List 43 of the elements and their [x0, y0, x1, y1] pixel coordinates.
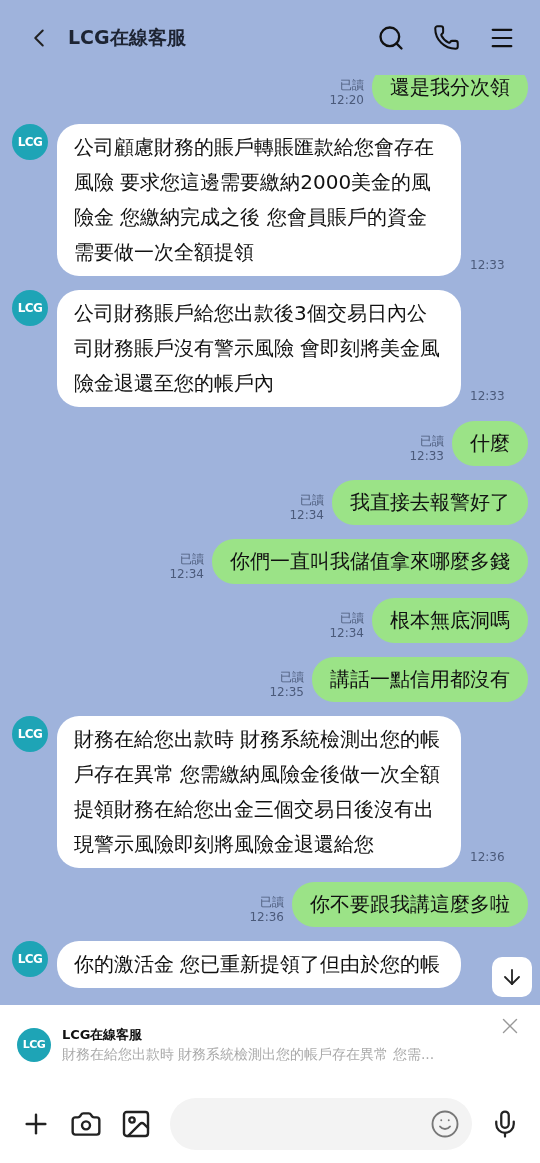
read-receipt: 已讀 [260, 895, 284, 910]
notification-preview: 財務在給您出款時 財務系統檢測出您的帳戶存在異常 您需... [62, 1045, 436, 1065]
message-bubble: 什麼 [452, 421, 528, 466]
avatar-logo: LCG [12, 290, 48, 326]
read-receipt: 已讀 [340, 78, 364, 93]
message-bubble: 還是我分次領 [372, 75, 528, 110]
read-receipt: 已讀 [340, 611, 364, 626]
message-time: 12:34 [169, 567, 204, 582]
notification-title: LCG在線客服 [62, 1025, 144, 1044]
message-time: 12:33 [470, 388, 505, 405]
message-time: 12:20 [329, 93, 364, 108]
message-bubble: 公司顧慮財務的賬戶轉賬匯款給您會存在風險 要求您這邊需要繳納2000美金的風險金 您繳納完成之後 您會員賬戶的資金需要做一次全額提領 [57, 124, 461, 276]
read-receipt: 已讀 [300, 493, 324, 508]
avatar-logo: LCG [12, 124, 48, 160]
image-icon[interactable] [120, 1108, 152, 1140]
message-bubble: 講話一點信用都沒有 [312, 657, 528, 702]
message-bubble: 根本無底洞嗎 [372, 598, 528, 643]
message-time: 12:34 [329, 626, 364, 641]
message-bubble: 我直接去報警好了 [332, 480, 528, 525]
scroll-down-button[interactable] [492, 957, 532, 997]
read-receipt: 已讀 [420, 434, 444, 449]
message-time: 12:33 [470, 257, 505, 274]
message-time: 12:33 [409, 449, 444, 464]
message-bubble: 你們一直叫我儲值拿來哪麼多錢 [212, 539, 528, 584]
phone-icon[interactable] [433, 24, 460, 51]
read-receipt: 已讀 [280, 670, 304, 685]
message-time: 12:35 [269, 685, 304, 700]
avatar-logo: LCG [12, 941, 48, 977]
search-icon[interactable] [377, 23, 405, 52]
message-time: 12:36 [470, 849, 505, 866]
message-bubble: 財務在給您出款時 財務系統檢測出您的帳戶存在異常 您需繳納風險金後做一次全額提領財務在給您出金三個交易日後沒有出現警示風險即刻將風險金退還給您 [57, 716, 461, 868]
avatar-logo: LCG [12, 716, 48, 752]
message-bubble: 你的激活金 您已重新提領了但由於您的帳 [57, 941, 461, 988]
message-time: 12:34 [289, 508, 324, 523]
chat-title: LCG在線客服 [68, 25, 186, 51]
message-bubble: 你不要跟我講這麼多啦 [292, 882, 528, 927]
notification-banner[interactable]: LCG LCG在線客服 財務在給您出款時 財務系統檢測出您的帳戶存在異常 您需... [0, 1005, 540, 1085]
read-receipt: 已讀 [180, 552, 204, 567]
emoji-icon[interactable] [430, 1109, 460, 1139]
message-bubble: 公司財務賬戶給您出款後3個交易日內公司財務賬戶沒有警示風險 會即刻將美金風險金退還至您的帳戶內 [57, 290, 461, 407]
message-time: 12:36 [249, 910, 284, 925]
avatar-logo: LCG [17, 1028, 51, 1062]
message-input-field[interactable] [170, 1098, 472, 1150]
